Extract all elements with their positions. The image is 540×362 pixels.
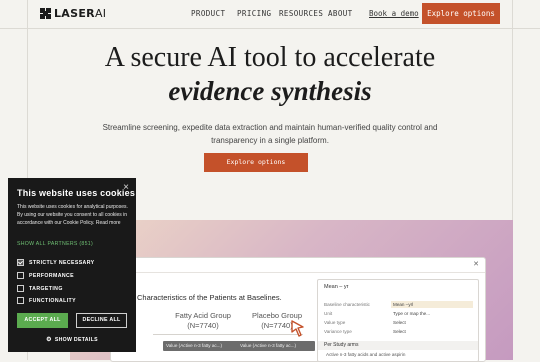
hero-title-line1: A secure AI tool to accelerate xyxy=(104,42,436,73)
panel-row-label: Baseline characteristic xyxy=(324,302,370,307)
panel-row-value[interactable]: Type or map the... xyxy=(391,310,473,317)
panel-row-label: Variance type xyxy=(324,329,352,334)
value-pill[interactable]: Value (Active n-3 fatty ac...) xyxy=(237,341,315,351)
column-underline xyxy=(153,334,303,335)
hero-subtitle: Streamline screening, expedite data extr… xyxy=(102,123,438,145)
panel-arm-item[interactable]: Active n-3 fatty acids and active aspiri… xyxy=(326,352,405,357)
show-partners-link[interactable]: SHOW ALL PARTNERS (851) xyxy=(17,241,93,247)
panel-title: Mean – yr xyxy=(324,284,349,290)
checkbox-checked[interactable] xyxy=(17,259,24,266)
panel-row-label: Unit xyxy=(324,311,333,316)
hero-explore-button[interactable]: Explore options xyxy=(204,153,308,172)
cookie-banner: This website uses cookies × This website… xyxy=(8,178,136,352)
cookie-option-strictly-necessary[interactable]: STRICTLY NECESSARY xyxy=(17,259,95,266)
top-nav: LASERAI PRODUCT PRICING RESOURCES ABOUT … xyxy=(0,0,540,28)
value-pill[interactable]: Value (Active n-3 fatty ac...) xyxy=(163,341,241,351)
nav-link-about[interactable]: ABOUT xyxy=(328,9,353,18)
gear-icon: ⚙ xyxy=(46,337,52,343)
extraction-panel: Mean – yr Baseline characteristic Mean –… xyxy=(317,279,479,362)
panel-section-header: Per Study arms xyxy=(318,341,478,350)
checkbox[interactable] xyxy=(17,297,24,304)
panel-row-label: Value type xyxy=(324,320,346,325)
cursor-icon xyxy=(291,320,304,337)
nav-link-pricing[interactable]: PRICING xyxy=(237,9,271,18)
preview-window-header: ✕ xyxy=(111,258,485,273)
checkbox[interactable] xyxy=(17,285,24,292)
nav-link-product[interactable]: PRODUCT xyxy=(191,9,225,18)
laser-logo-icon xyxy=(40,8,51,19)
logo-text: LASERAI xyxy=(54,7,107,20)
close-icon[interactable]: × xyxy=(123,182,129,193)
nav-link-resources[interactable]: RESOURCES xyxy=(279,9,323,18)
show-details-button[interactable]: ⚙ SHOW DETAILS xyxy=(8,336,136,343)
cookie-body: This website uses cookies for analytical… xyxy=(17,204,128,226)
panel-row-select[interactable]: Select xyxy=(391,328,473,335)
nav-explore-button[interactable]: Explore options xyxy=(422,3,500,24)
cookie-option-performance[interactable]: PERFORMANCE xyxy=(17,272,74,279)
panel-row-value[interactable]: Mean –yrl xyxy=(391,301,473,308)
cookie-option-functionality[interactable]: FUNCTIONALITY xyxy=(17,297,76,304)
panel-row-select[interactable]: Select xyxy=(391,319,473,326)
nav-divider xyxy=(0,28,540,29)
accept-all-button[interactable]: ACCEPT ALL xyxy=(17,313,68,328)
decline-all-button[interactable]: DECLINE ALL xyxy=(76,313,127,328)
hero-title-line2: evidence synthesis xyxy=(168,76,372,106)
checkbox[interactable] xyxy=(17,272,24,279)
column-header-fatty-acid: Fatty Acid Group (N=7740) xyxy=(175,311,231,330)
close-icon[interactable]: ✕ xyxy=(473,260,479,268)
logo[interactable]: LASERAI xyxy=(40,7,106,20)
cookie-option-targeting[interactable]: TARGETING xyxy=(17,285,63,292)
cookie-title: This website uses cookies xyxy=(17,188,136,198)
book-demo-link[interactable]: Book a demo xyxy=(369,9,419,18)
preview-table-title: Characteristics of the Patients at Basel… xyxy=(137,293,282,302)
